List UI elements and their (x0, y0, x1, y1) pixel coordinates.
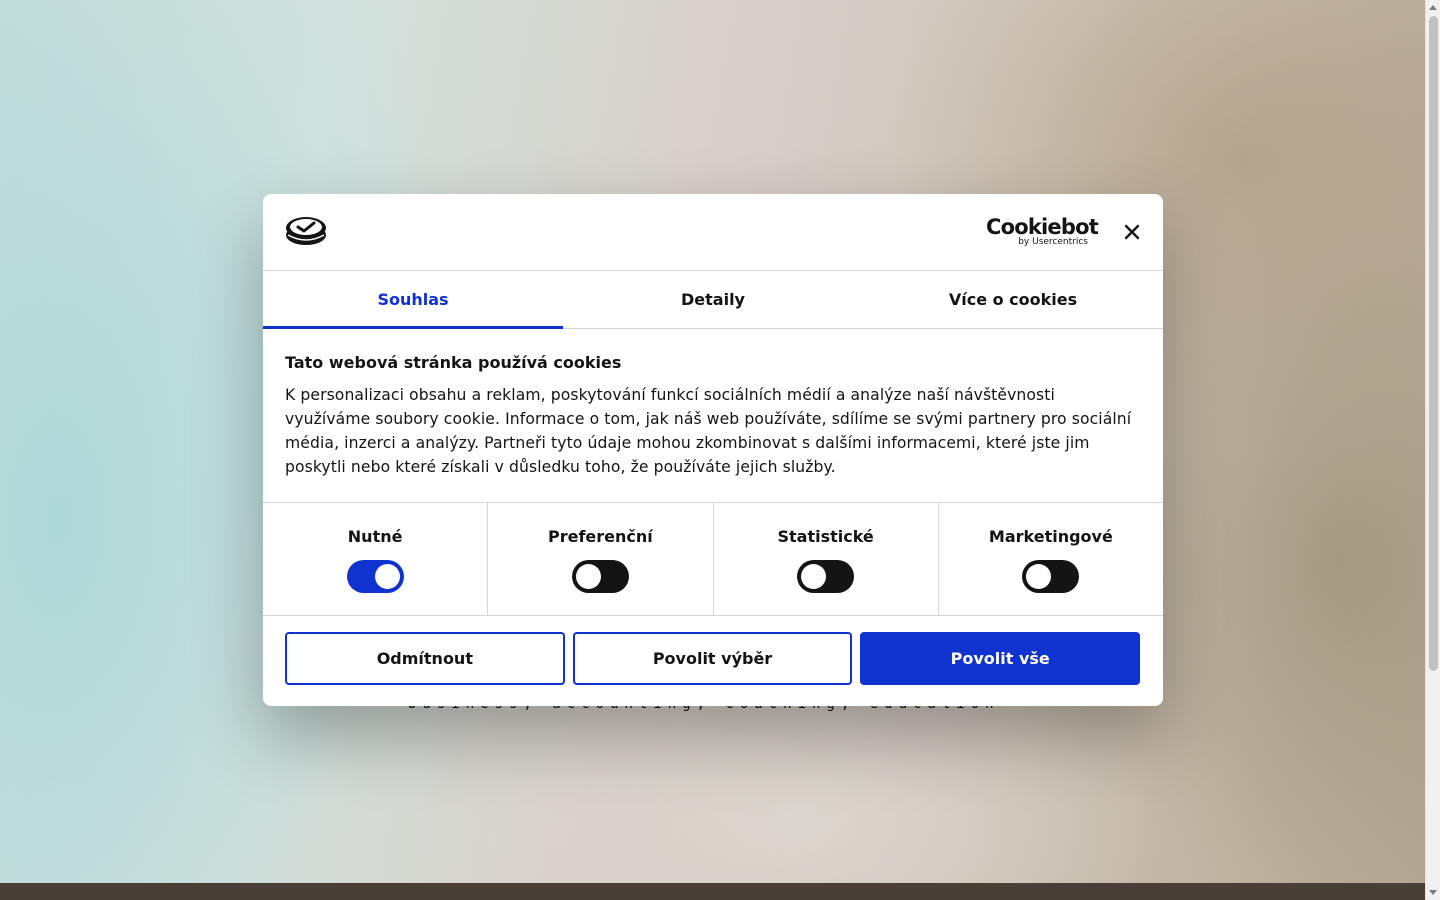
footer-strip (0, 883, 1425, 900)
cookie-consent-dialog: Cookiebot by Usercentrics Souhlas Detail… (263, 194, 1163, 706)
cookiebot-brand-logo: Cookiebot by Usercentrics (986, 215, 1099, 248)
necessary-toggle[interactable] (346, 560, 404, 593)
consent-body-text: K personalizaci obsahu a reklam, poskyto… (285, 386, 1132, 476)
cookie-category-toggles: Nutné Preferenční Statistické Marketingo… (263, 502, 1163, 616)
cookie-logo-icon (286, 217, 326, 245)
close-icon[interactable] (1121, 221, 1143, 243)
dialog-tabs: Souhlas Detaily Více o cookies (263, 271, 1163, 329)
brand-name: Cookiebot (986, 215, 1099, 239)
toggle-knob (801, 564, 827, 589)
statistics-toggle[interactable] (797, 560, 855, 593)
dialog-actions: Odmítnout Povolit výběr Povolit vše (263, 616, 1163, 685)
consent-content: Tato webová stránka používá cookies K pe… (263, 329, 1163, 502)
scroll-thumb[interactable] (1429, 16, 1438, 671)
allow-all-button[interactable]: Povolit vše (860, 632, 1141, 685)
category-preferences: Preferenční (488, 503, 714, 615)
category-marketing: Marketingové (939, 503, 1163, 615)
tab-vice-o-cookies[interactable]: Více o cookies (863, 271, 1163, 328)
preferences-toggle[interactable] (571, 560, 629, 593)
marketing-toggle[interactable] (1022, 560, 1080, 593)
consent-title: Tato webová stránka používá cookies (285, 353, 622, 372)
dialog-header: Cookiebot by Usercentrics (263, 194, 1163, 271)
page-scrollbar[interactable] (1425, 0, 1440, 900)
decline-button[interactable]: Odmítnout (285, 632, 565, 685)
scroll-up-arrow-icon[interactable] (1429, 5, 1437, 10)
scroll-down-arrow-icon[interactable] (1429, 890, 1437, 895)
allow-selection-button[interactable]: Povolit výběr (572, 632, 853, 685)
category-label: Preferenční (547, 527, 653, 546)
toggle-knob (575, 564, 601, 589)
toggle-knob (374, 564, 400, 589)
active-tab-indicator (263, 326, 563, 329)
toggle-knob (1026, 564, 1052, 589)
category-label: Nutné (347, 527, 403, 546)
category-statistics: Statistické (714, 503, 939, 615)
category-label: Statistické (777, 527, 874, 546)
category-label: Marketingové (988, 527, 1113, 546)
tab-detaily[interactable]: Detaily (563, 271, 863, 328)
category-necessary: Nutné (263, 503, 489, 615)
tab-souhlas[interactable]: Souhlas (263, 271, 563, 328)
